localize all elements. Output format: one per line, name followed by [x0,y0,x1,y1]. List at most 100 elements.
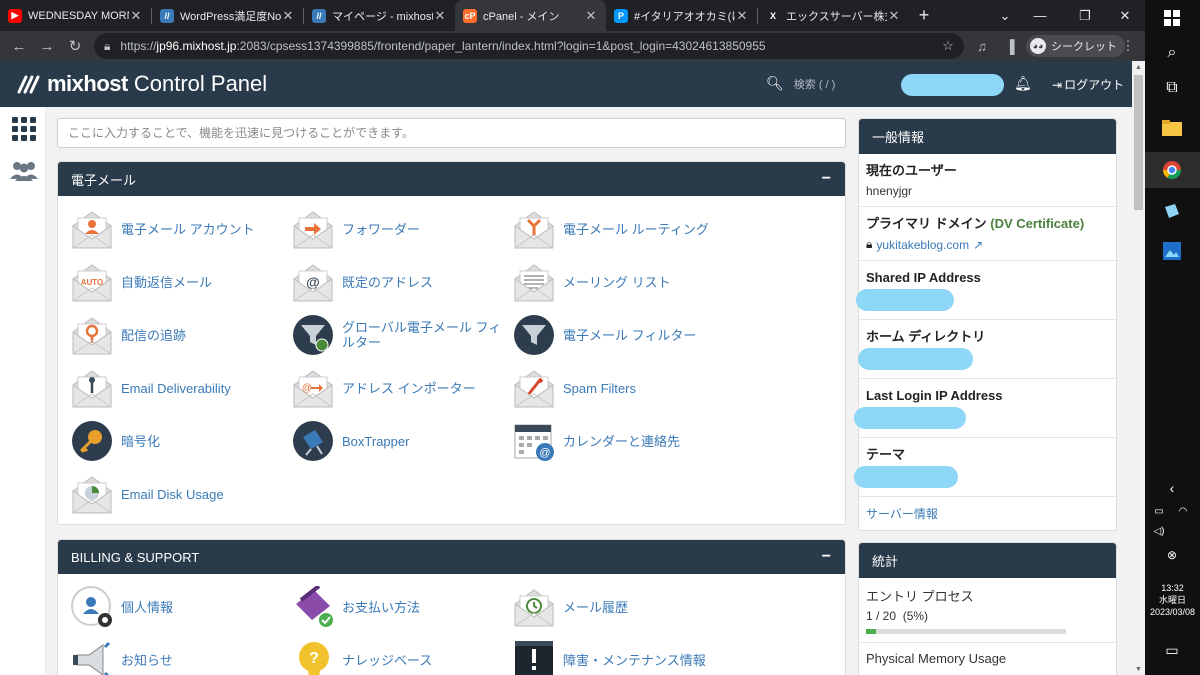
feature-label: メール履歴 [563,599,629,615]
shared-ip-redacted [856,289,954,311]
default-address-icon: @ [292,261,334,303]
scroll-down-icon[interactable]: ▼ [1132,663,1145,675]
user-menu-redacted[interactable] [901,74,1004,96]
back-icon[interactable]: ← [5,32,33,60]
new-tab-icon[interactable]: + [909,0,939,31]
dv-certificate-label[interactable]: (DV Certificate) [990,216,1084,231]
lock-icon: 🔒︎ [104,38,111,53]
forward-icon[interactable]: → [33,32,61,60]
close-window-icon[interactable]: ✕ [1105,0,1145,31]
feature-link[interactable]: @ アドレス インポーター [292,364,512,412]
browser-tab[interactable]: // WordPress満足度No ✕ [152,0,303,31]
windows-start-icon[interactable] [1159,5,1185,31]
users-icon[interactable] [9,159,39,183]
feature-label: グローバル電子メール フィルター [342,320,502,350]
mixhost-icon: // [160,8,174,23]
incognito-badge[interactable]: ◕◕ シークレット [1026,35,1125,57]
maximize-icon[interactable]: ❐ [1065,0,1105,31]
email-section: 電子メール − 電子メール アカウント フォワーダー 電子メール ルーティング AUT… [57,161,846,525]
side-panel-icon[interactable]: ▐ [1000,31,1020,61]
tools-grid-icon[interactable] [12,117,36,141]
bell-icon[interactable]: 🔔︎ [1014,75,1032,92]
feature-link[interactable]: 配信の追跡 [71,311,291,359]
theme-row: テーマ [854,438,1116,497]
close-circle-icon[interactable]: ⊗ [1159,542,1185,568]
feature-link[interactable]: Email Disk Usage [71,470,291,518]
primary-domain-row: プライマリ ドメイン (DV Certificate) 🔒︎ yukitakeb… [859,207,1116,261]
browser-tab[interactable]: X エックスサーバー株式会✕ [758,0,909,31]
feature-link[interactable]: メール履歴 [513,583,733,631]
tab-title: エックスサーバー株式会 [786,10,887,23]
feature-link[interactable]: 障害・メンテナンス情報 [513,636,733,675]
feature-link[interactable]: 個人情報 [71,583,291,631]
scroll-up-icon[interactable]: ▲ [1132,61,1145,73]
app-icon[interactable] [1159,198,1185,224]
wifi-icon[interactable]: ◠ [1173,498,1193,524]
tab-close-icon[interactable]: ✕ [129,8,143,24]
feature-link[interactable]: メーリング リスト [513,258,733,306]
feature-link[interactable]: グローバル電子メール フィルター [292,311,512,359]
feature-search-input[interactable] [57,118,846,148]
billing-section-title: BILLING & SUPPORT [71,549,200,565]
browser-tab[interactable]: cP cPanel - メイン ✕ [455,0,606,31]
feature-label: BoxTrapper [342,433,410,449]
feature-link[interactable]: @ カレンダーと連絡先 [513,417,733,465]
feature-link[interactable]: フォワーダー [292,205,512,253]
primary-domain-link[interactable]: 🔒︎ yukitakeblog.com ↗ [866,237,1109,252]
feature-link[interactable]: 電子メール ルーティング [513,205,733,253]
address-bar[interactable]: 🔒︎ https://jp96.mixhost.jp:2083/cpsess13… [94,33,964,59]
feature-link[interactable]: BoxTrapper [292,417,512,465]
logout-button[interactable]: ⇥ ログアウト [1052,76,1124,93]
feature-label: フォワーダー [342,221,421,237]
feature-link[interactable]: 電子メール アカウント [71,205,291,253]
bookmark-star-icon[interactable]: ☆ [938,31,958,61]
chrome-icon[interactable] [1159,157,1185,183]
feature-link[interactable]: Spam Filters [513,364,733,412]
theme-label: テーマ [866,447,906,462]
feature-label: Email Deliverability [121,380,231,396]
tab-search-icon[interactable]: ⌄ [985,0,1025,31]
header-search[interactable]: 🔍︎ 検索 ( / ) [766,75,835,92]
browser-tab[interactable]: // マイページ - mixhost ✕ [304,0,455,31]
billing-section-header[interactable]: BILLING & SUPPORT − [58,540,845,574]
incognito-icon: ◕◕ [1030,38,1046,54]
minimize-icon[interactable]: — [1020,0,1060,31]
browser-tab[interactable]: ▶ WEDNESDAY MORN ✕ [0,0,151,31]
reload-icon[interactable]: ↻ [61,32,89,60]
tab-close-icon[interactable]: ✕ [433,8,447,24]
email-section-header[interactable]: 電子メール − [58,162,845,196]
browser-tab[interactable]: P #イタリアオオカミ(けもの✕ [606,0,757,31]
notification-icon[interactable]: ▭ [1159,637,1185,663]
feature-link[interactable]: AUTO 自動返信メール [71,258,291,306]
mixhost-logo[interactable]: mixhost Control Panel [17,71,267,97]
photos-icon[interactable] [1159,238,1185,264]
feature-link[interactable]: 暗号化 [71,417,291,465]
feature-link[interactable]: @ 既定のアドレス [292,258,512,306]
browser-menu-icon[interactable]: ⋮ [1118,31,1138,61]
taskbar-clock[interactable]: 13:32 水曜日 2023/03/08 [1145,582,1200,618]
x-icon: X [769,10,776,21]
file-explorer-icon[interactable] [1159,115,1185,141]
pixiv-icon: P [614,8,628,23]
search-icon[interactable]: ⌕ [1159,40,1185,66]
tab-close-icon[interactable]: ✕ [584,8,598,24]
collapse-icon[interactable]: − [822,170,831,188]
calendar-contacts-icon: @ [513,420,555,462]
server-info-link[interactable]: サーバー情報 [866,505,1109,522]
page-scrollbar[interactable]: ▲ ▼ [1132,61,1145,675]
volume-icon[interactable]: ◁) [1149,518,1169,544]
encryption-icon [71,420,113,462]
task-view-icon[interactable]: ⧉ [1159,75,1185,101]
media-control-icon[interactable]: ♫ [972,31,992,61]
feature-link[interactable]: お支払い方法 [292,583,512,631]
tab-close-icon[interactable]: ✕ [735,8,749,24]
feature-link[interactable]: 電子メール フィルター [513,311,733,359]
feature-link[interactable]: お知らせ [71,636,291,675]
feature-link[interactable]: Email Deliverability [71,364,291,412]
tab-close-icon[interactable]: ✕ [887,8,901,24]
forwarder-icon [292,208,334,250]
feature-link[interactable]: ? ナレッジベース [292,636,512,675]
tab-close-icon[interactable]: ✕ [281,8,295,24]
scroll-thumb[interactable] [1134,75,1143,210]
collapse-icon[interactable]: − [822,548,831,566]
